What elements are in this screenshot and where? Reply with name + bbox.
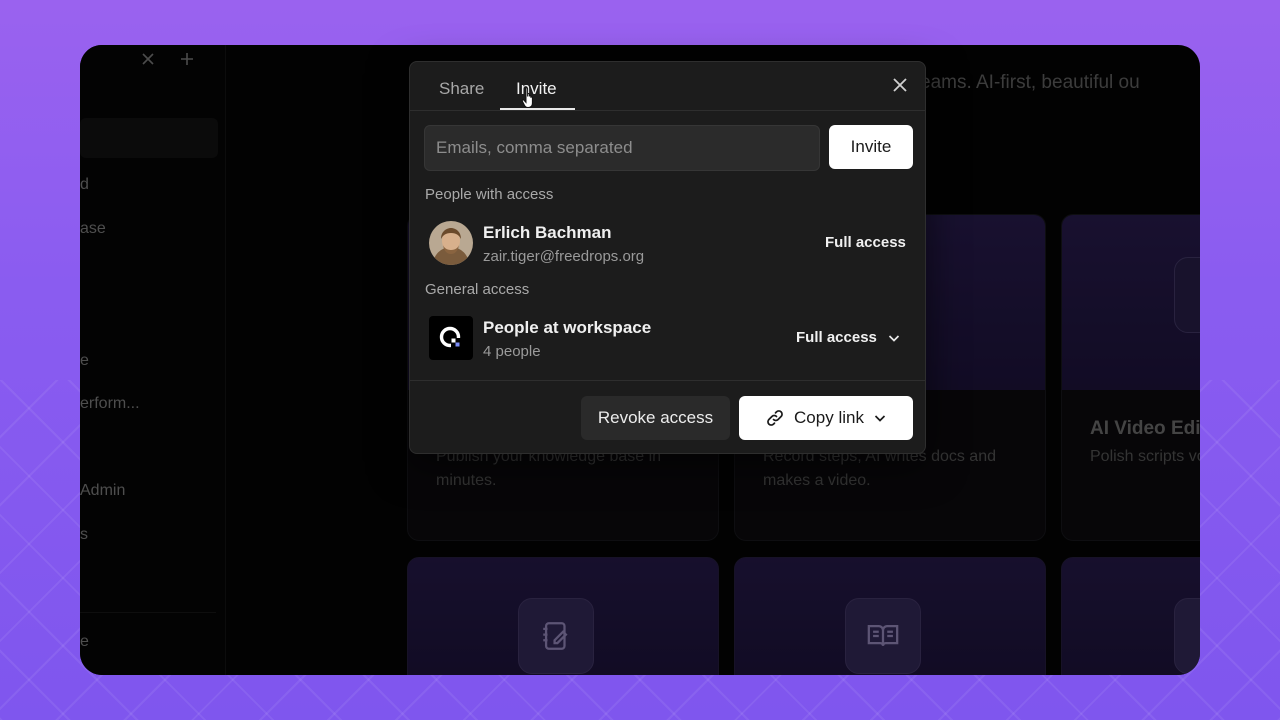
card-title: AI Video Edi — [1090, 418, 1200, 439]
avatar — [429, 221, 473, 265]
card-description: Polish scripts voiceover vid more. — [1090, 448, 1200, 465]
workspace-logo-icon — [429, 316, 473, 360]
card-icon — [1174, 257, 1200, 333]
plus-icon[interactable] — [179, 51, 195, 71]
general-access-dropdown[interactable]: Full access — [796, 329, 901, 346]
notebook-edit-icon — [518, 598, 594, 674]
invite-button[interactable]: Invite — [829, 125, 913, 169]
general-access-label: General access — [425, 281, 530, 298]
share-modal: Share Invite Invite People with access E… — [409, 61, 926, 454]
card-icon — [1174, 598, 1200, 674]
sidebar-item[interactable]: erform... — [80, 395, 140, 413]
revoke-access-button[interactable]: Revoke access — [581, 396, 730, 440]
general-access-level: Full access — [796, 329, 877, 346]
feature-card-lower[interactable] — [407, 557, 719, 675]
person-access-level: Full access — [825, 234, 906, 251]
sidebar-item[interactable]: s — [80, 526, 88, 544]
card-banner — [1062, 215, 1200, 390]
feature-card[interactable]: AI Video Edi Polish scripts voiceover vi… — [1061, 214, 1200, 541]
feature-card-lower[interactable] — [734, 557, 1046, 675]
book-open-icon — [845, 598, 921, 674]
link-icon — [767, 410, 783, 426]
sidebar: d ase e erform... Admin s e — [80, 45, 226, 675]
person-email: zair.tiger@freedrops.org — [483, 248, 645, 265]
sidebar-selected-item[interactable] — [80, 118, 218, 158]
close-icon[interactable] — [140, 51, 156, 71]
sidebar-divider — [80, 612, 216, 613]
hand-cursor-icon — [521, 87, 533, 109]
feature-card-lower[interactable] — [1061, 557, 1200, 675]
email-input[interactable] — [424, 125, 820, 171]
sidebar-item[interactable]: d — [80, 176, 89, 194]
people-with-access-label: People with access — [425, 186, 554, 203]
copy-link-button[interactable]: Copy link — [739, 396, 913, 440]
workspace-name: People at workspace — [483, 318, 652, 337]
tab-share[interactable]: Share — [439, 79, 484, 99]
chevron-down-icon — [888, 334, 899, 342]
modal-tabs: Share Invite — [410, 62, 925, 111]
chevron-down-icon — [874, 415, 886, 422]
sidebar-item[interactable]: e — [80, 352, 89, 370]
sidebar-item[interactable]: Admin — [80, 482, 125, 500]
copy-link-label: Copy link — [794, 408, 864, 427]
sidebar-item[interactable]: e — [80, 633, 89, 651]
close-icon[interactable] — [890, 75, 910, 95]
sidebar-item[interactable]: ase — [80, 220, 106, 238]
person-name: Erlich Bachman — [483, 223, 612, 242]
workspace-people-count: 4 people — [483, 343, 541, 360]
modal-footer-divider — [410, 380, 925, 381]
